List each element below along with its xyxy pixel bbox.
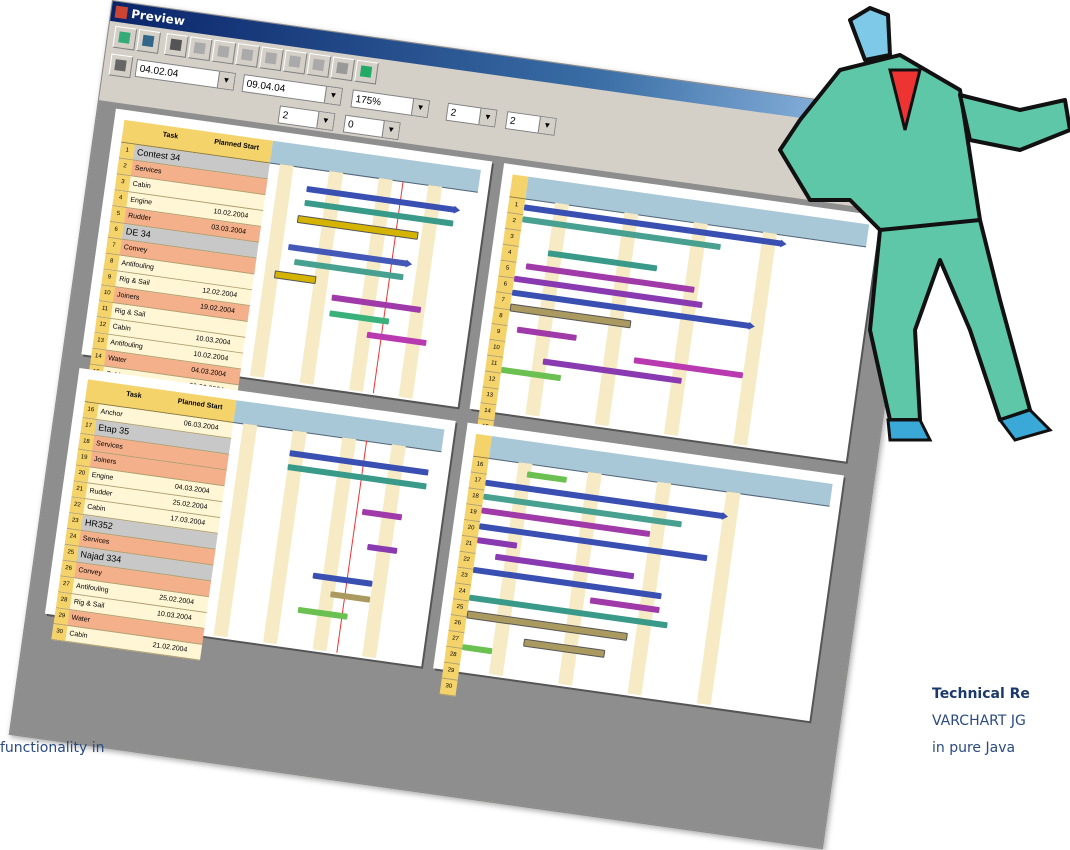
caption-left: functionality in xyxy=(0,740,105,756)
col-planned-header: Planned Start xyxy=(177,398,223,412)
caption-line-2: VARCHART JG xyxy=(932,713,1026,729)
window-title: Preview xyxy=(130,6,186,29)
weekend-band xyxy=(696,491,741,706)
chevron-down-icon[interactable]: ▼ xyxy=(478,108,497,127)
timescale-header xyxy=(269,140,481,193)
caption-line-3: in pure Java xyxy=(932,740,1016,756)
task-bar[interactable] xyxy=(526,471,568,483)
preview-page-3: Task Planned Start 16 Anchor 06.03.2004 17 Et… xyxy=(44,368,456,667)
col-task-header: Task xyxy=(162,131,179,141)
pages-horizontal-value: 2 xyxy=(449,107,457,119)
zoom-out-icon xyxy=(217,45,230,58)
pages-vertical-combo[interactable]: 2 ▼ xyxy=(504,111,557,136)
repeat-rows-value: 0 xyxy=(347,119,355,131)
row-number: 30 xyxy=(439,678,458,697)
repeat-columns-value: 2 xyxy=(281,109,289,122)
export-icon xyxy=(359,65,373,78)
chevron-down-icon[interactable]: ▼ xyxy=(537,116,556,135)
task-bar[interactable] xyxy=(461,644,493,655)
zoom-combo[interactable]: 175% ▼ xyxy=(350,89,431,119)
task-bar[interactable] xyxy=(331,294,422,313)
print-icon xyxy=(169,38,183,52)
task-bar[interactable] xyxy=(330,591,371,603)
timescale-header xyxy=(233,400,445,453)
gantt-chart xyxy=(459,436,833,718)
gantt-chart xyxy=(240,140,481,404)
page-next-button[interactable] xyxy=(258,46,284,72)
end-date-value: 09.04.04 xyxy=(245,78,286,95)
last-page-button[interactable] xyxy=(306,53,332,78)
zoom-value: 175% xyxy=(354,93,382,109)
businessman-illustration xyxy=(778,6,1070,442)
caption-heading: Technical Re xyxy=(932,686,1030,702)
col-task-header: Task xyxy=(125,390,143,400)
fit-icon xyxy=(336,61,349,75)
pages-horizontal-combo[interactable]: 2 ▼ xyxy=(445,102,498,128)
calendar-start-button[interactable] xyxy=(108,53,134,79)
col-planned-header: Planned Start xyxy=(213,138,260,152)
last-page-icon xyxy=(312,58,325,72)
zoom-in-button[interactable] xyxy=(187,36,213,62)
exit-icon xyxy=(118,31,131,44)
chevron-down-icon[interactable]: ▼ xyxy=(381,121,400,140)
start-date-value: 04.02.04 xyxy=(138,63,179,80)
weekend-band xyxy=(663,222,708,436)
task-bar[interactable] xyxy=(273,270,317,285)
fit-button[interactable] xyxy=(330,56,356,82)
page-setup-button[interactable] xyxy=(136,29,162,54)
pages-vertical-value: 2 xyxy=(509,115,517,128)
chevron-down-icon[interactable]: ▼ xyxy=(323,86,342,105)
page-prev-icon xyxy=(240,48,254,62)
exit-button[interactable] xyxy=(112,25,138,51)
zoom-out-button[interactable] xyxy=(211,39,237,65)
preview-page-1: Task Planned Start 1 Contest 34 2 Services 3 C… xyxy=(81,108,493,408)
page-setup-icon xyxy=(141,34,155,48)
page-prev-button[interactable] xyxy=(235,42,261,68)
calendar-icon xyxy=(114,59,127,72)
zoom-in-icon xyxy=(193,41,206,55)
first-page-button[interactable] xyxy=(282,49,308,75)
app-icon xyxy=(114,5,129,20)
chevron-down-icon[interactable]: ▼ xyxy=(316,111,335,130)
gantt-chart xyxy=(204,400,445,663)
export-button[interactable] xyxy=(354,59,379,85)
first-page-icon xyxy=(288,55,301,68)
chevron-down-icon[interactable]: ▼ xyxy=(216,71,235,90)
page-next-icon xyxy=(264,51,278,65)
chevron-down-icon[interactable]: ▼ xyxy=(410,98,430,117)
print-button[interactable] xyxy=(163,32,189,58)
